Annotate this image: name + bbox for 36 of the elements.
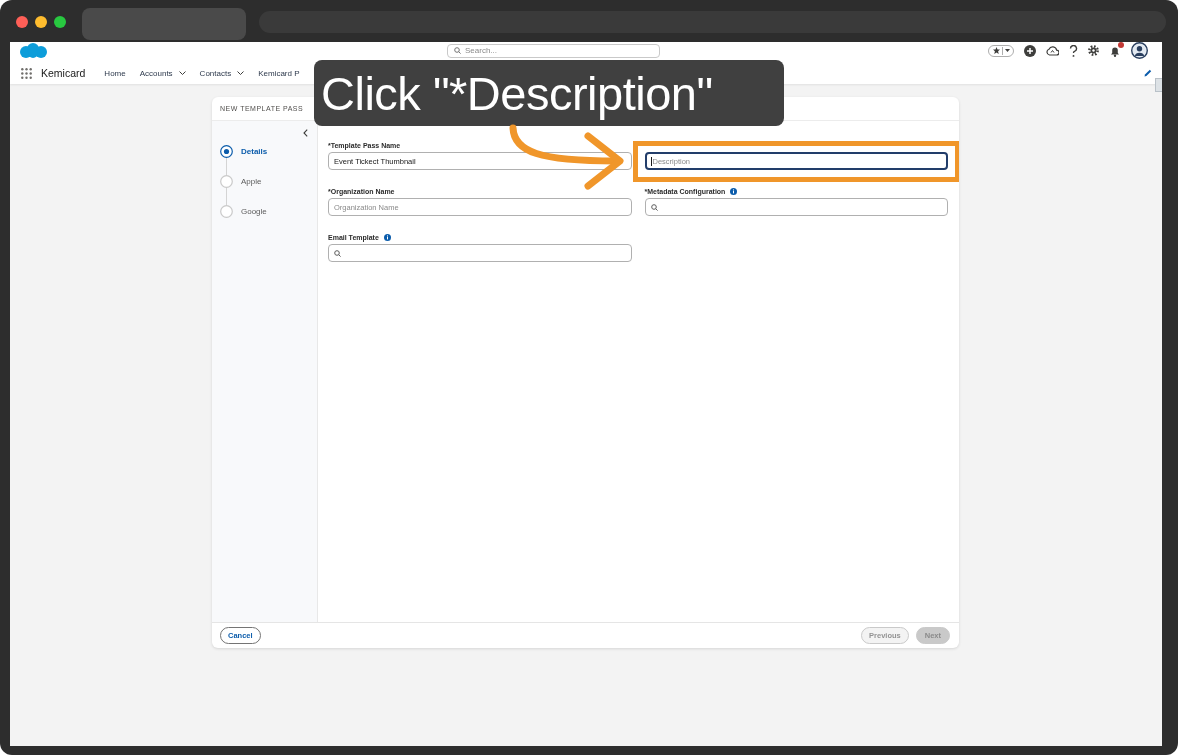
lookup-field[interactable] (328, 244, 632, 262)
info-icon[interactable] (383, 233, 391, 241)
chevron-left-icon[interactable] (303, 129, 308, 137)
info-icon[interactable] (730, 187, 738, 195)
search-icon (454, 47, 461, 54)
lookup-field[interactable] (644, 198, 948, 216)
search-field[interactable]: Search... (447, 43, 660, 58)
step-item[interactable]: Google (212, 205, 317, 218)
radio-icon (220, 145, 233, 158)
panel-handle[interactable] (1155, 78, 1162, 92)
settings-icon[interactable] (1088, 45, 1099, 56)
nav-tab[interactable]: Home (104, 68, 126, 78)
star-icon (992, 47, 1000, 54)
nav-tab[interactable]: Kemicard P (258, 68, 300, 78)
cloud-icon[interactable] (1046, 45, 1059, 56)
instruction-callout: Click "*Description" (314, 60, 784, 126)
cloud-logo-icon[interactable] (18, 42, 48, 59)
step-item[interactable]: Details (212, 145, 317, 158)
help-icon[interactable] (1069, 44, 1078, 57)
step-item[interactable]: Apple (212, 175, 317, 188)
favorites-button[interactable] (988, 44, 1014, 57)
text-caret-icon (650, 156, 652, 166)
app-name: Kemicard (41, 67, 86, 79)
avatar-icon[interactable] (1131, 42, 1148, 59)
minimize-window-icon[interactable] (35, 16, 47, 28)
nav-tab[interactable]: Contacts (199, 68, 245, 78)
caret-icon (1004, 49, 1010, 52)
search-icon (650, 203, 658, 211)
nav-tab[interactable]: Accounts (139, 68, 186, 78)
maximize-window-icon[interactable] (54, 16, 66, 28)
add-icon[interactable] (1024, 44, 1036, 57)
close-window-icon[interactable] (16, 16, 28, 28)
grid-menu-icon[interactable] (21, 67, 32, 79)
pencil-icon[interactable] (1144, 69, 1152, 77)
search-icon (334, 249, 341, 257)
bell-icon[interactable] (1109, 44, 1121, 57)
